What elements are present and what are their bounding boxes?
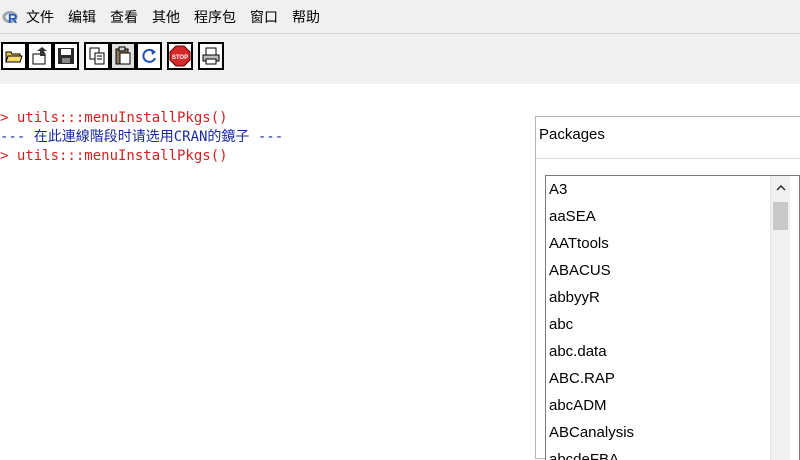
menu-packages[interactable]: 程序包 [194,7,236,27]
copy-button[interactable] [84,42,110,70]
package-list[interactable]: A3 aaSEA AATtools ABACUS abbyyR abc abc.… [545,175,800,460]
menu-file[interactable]: 文件 [26,7,54,27]
title-divider [536,158,800,159]
vertical-scrollbar[interactable] [770,176,790,460]
refresh-button[interactable] [136,42,162,70]
package-item[interactable]: abbyyR [549,284,600,311]
menu-windows[interactable]: 窗口 [250,7,278,27]
refresh-icon [142,48,156,63]
menu-help[interactable]: 帮助 [292,7,320,27]
open-script-button[interactable] [1,42,27,70]
packages-dialog: Packages A3 aaSEA AATtools ABACUS abbyyR… [535,116,800,460]
package-item[interactable]: abc.data [549,338,607,365]
console-line-message: --- 在此連線階段时请选用CRAN的鏡子 --- [0,129,284,145]
copy-icon [89,47,105,65]
stop-button[interactable]: STOP [167,42,193,70]
dialog-title: Packages [539,126,605,143]
menu-view[interactable]: 查看 [110,7,138,27]
package-item[interactable]: abc [549,311,573,338]
paste-button[interactable] [110,42,136,70]
menu-bar: R 文件 编辑 查看 其他 程序包 窗口 帮助 [0,0,800,33]
package-item[interactable]: ABC.RAP [549,365,615,392]
package-item[interactable]: aaSEA [549,203,596,230]
menu-misc[interactable]: 其他 [152,7,180,27]
package-item[interactable]: abcADM [549,392,607,419]
paste-icon [115,46,131,65]
package-item[interactable]: ABCanalysis [549,419,634,446]
open-folder-icon [5,51,23,63]
package-item[interactable]: abcdeFBA [549,446,619,460]
package-item[interactable]: ABACUS [549,257,611,284]
scroll-thumb[interactable] [773,202,788,230]
printer-icon [202,47,220,65]
package-item[interactable]: A3 [549,176,567,203]
load-icon [32,47,47,65]
print-button[interactable] [198,42,224,70]
r-logo-icon[interactable]: R [2,8,20,26]
package-item[interactable]: AATtools [549,230,609,257]
console-line-command: > utils:::menuInstallPkgs() [0,110,228,126]
load-workspace-button[interactable] [27,42,53,70]
stop-label: STOP [172,55,188,61]
save-icon [58,48,74,64]
toolbar: STOP [0,33,800,85]
menu-edit[interactable]: 编辑 [68,7,96,27]
console-line-command-repeat: > utils:::menuInstallPkgs() [0,148,228,164]
scroll-up-arrow-icon[interactable] [771,176,790,200]
stop-icon: STOP [169,45,191,67]
save-button[interactable] [53,42,79,70]
svg-text:R: R [8,11,18,26]
